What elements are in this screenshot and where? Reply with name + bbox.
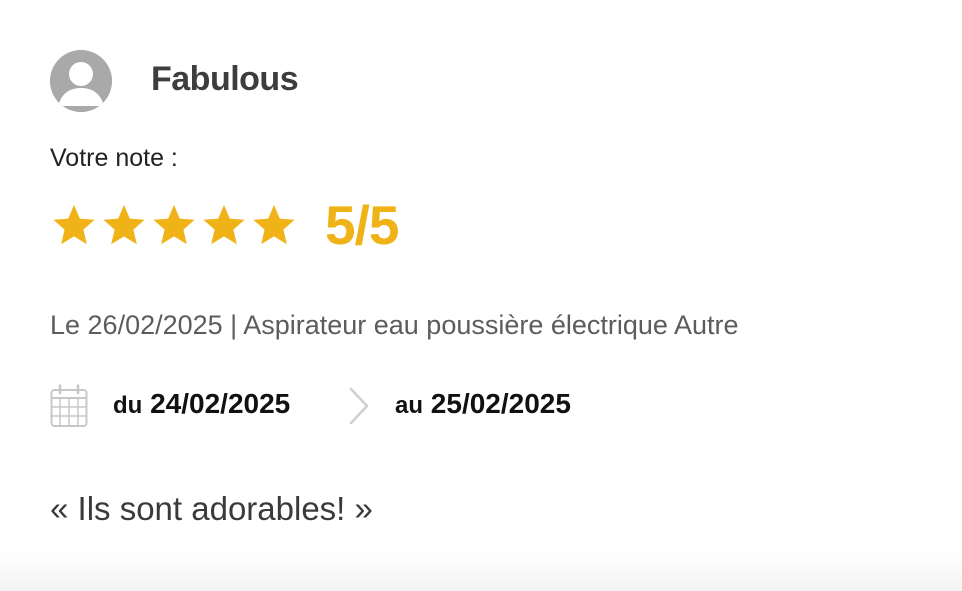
chevron-right-icon bbox=[346, 386, 372, 426]
star-icon bbox=[200, 202, 248, 250]
card-bottom-shadow bbox=[0, 551, 962, 591]
star-icon bbox=[100, 202, 148, 250]
stay-start-prefix: du bbox=[113, 392, 143, 419]
avatar bbox=[50, 50, 112, 112]
stay-start-value: 24/02/2025 bbox=[150, 388, 291, 419]
stay-start-date: du 24/02/2025 bbox=[113, 388, 290, 420]
stay-end-date: au 25/02/2025 bbox=[395, 388, 571, 420]
calendar-icon bbox=[50, 384, 88, 428]
user-avatar-icon bbox=[50, 50, 112, 112]
author-name: Fabulous bbox=[151, 60, 299, 98]
review-card: Fabulous Votre note : 5/5 Le 26/02/2025 … bbox=[0, 0, 962, 591]
rating-label: Votre note : bbox=[50, 144, 178, 172]
review-comment: « Ils sont adorables! » bbox=[50, 490, 373, 527]
rating-score: 5/5 bbox=[325, 194, 399, 256]
stay-end-prefix: au bbox=[395, 392, 424, 419]
star-icon bbox=[250, 202, 298, 250]
star-icon bbox=[150, 202, 198, 250]
stay-end-value: 25/02/2025 bbox=[430, 388, 571, 419]
star-rating bbox=[50, 199, 298, 253]
review-meta: Le 26/02/2025 | Aspirateur eau poussière… bbox=[50, 310, 739, 340]
star-icon bbox=[50, 202, 98, 250]
